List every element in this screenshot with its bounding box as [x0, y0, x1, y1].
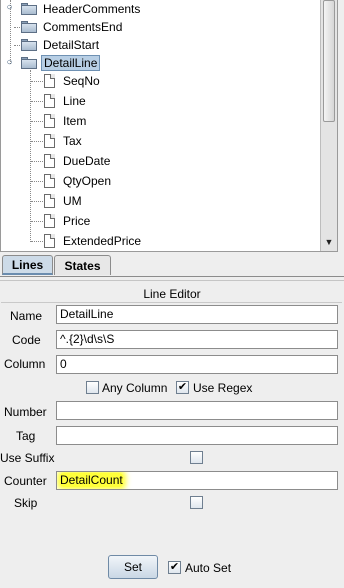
- name-field[interactable]: DetailLine: [56, 305, 338, 324]
- field-icon: [44, 114, 55, 128]
- tag-label: Tag: [16, 429, 36, 443]
- expand-toggle-icon[interactable]: ○: [5, 3, 14, 13]
- tree-leaf-label: SeqNo: [63, 74, 100, 88]
- splitter-handle[interactable]: [0, 280, 344, 284]
- tree-leaf-label: ExtendedPrice: [63, 234, 142, 248]
- tree-connector: [31, 121, 43, 122]
- tree-leaf-label: Item: [63, 114, 87, 128]
- field-icon: [44, 94, 55, 108]
- tree-node-label: DetailStart: [43, 38, 100, 52]
- field-icon: [44, 214, 55, 228]
- tree-leaf[interactable]: Item: [44, 112, 88, 130]
- auto-set-checkbox[interactable]: ✔: [168, 561, 181, 574]
- tree-leaf-label: UM: [63, 194, 82, 208]
- tree-leaf[interactable]: DueDate: [44, 152, 112, 170]
- tree-node-detail-start[interactable]: DetailStart: [21, 36, 101, 54]
- tree-connector: [31, 101, 43, 102]
- tree-connector: [31, 81, 43, 82]
- column-label: Column: [4, 357, 46, 371]
- column-field[interactable]: 0: [56, 355, 338, 374]
- tree-leaf-label: Price: [63, 214, 91, 228]
- tab-states[interactable]: States: [54, 255, 111, 275]
- divider: [1, 302, 342, 303]
- tree-leaf[interactable]: SeqNo: [44, 72, 102, 90]
- field-icon: [44, 74, 55, 88]
- tree-connector: [31, 141, 43, 142]
- tree-leaf-label: QtyOpen: [63, 174, 112, 188]
- tree-connector: [31, 161, 43, 162]
- tree-connector: [31, 241, 43, 242]
- number-field[interactable]: [56, 401, 338, 420]
- tab-bar: Lines States: [0, 255, 344, 275]
- check-icon: ✔: [177, 381, 188, 393]
- tree-leaf[interactable]: ExtendedPrice: [44, 232, 143, 250]
- tree-leaf[interactable]: QtyOpen: [44, 172, 113, 190]
- divider: [0, 276, 344, 277]
- folder-icon: [21, 57, 37, 69]
- structure-tree[interactable]: ○ HeaderComments CommentsEnd DetailStart…: [0, 0, 338, 252]
- tree-connector: [31, 221, 43, 222]
- collapse-toggle-icon[interactable]: ○: [5, 58, 14, 68]
- scrollbar-thumb[interactable]: [323, 0, 335, 122]
- tree-node-label: HeaderComments: [43, 2, 141, 16]
- any-column-checkbox[interactable]: [86, 381, 99, 394]
- field-icon: [44, 134, 55, 148]
- field-icon: [44, 174, 55, 188]
- code-field[interactable]: ^.{2}\d\s\S: [56, 330, 338, 349]
- tree-leaf[interactable]: Line: [44, 92, 88, 110]
- tree-connector: [30, 70, 31, 242]
- folder-icon: [21, 21, 37, 33]
- number-label: Number: [4, 405, 47, 419]
- tag-field[interactable]: [56, 426, 338, 445]
- counter-value: DetailCount: [60, 473, 123, 487]
- tree-leaf-label: Tax: [63, 134, 82, 148]
- set-button[interactable]: Set: [108, 555, 158, 579]
- tree-leaf-label: DueDate: [63, 154, 111, 168]
- tree-leaf[interactable]: Price: [44, 212, 92, 230]
- counter-field[interactable]: DetailCount: [56, 471, 338, 490]
- tree-node-detail-line[interactable]: DetailLine: [21, 54, 101, 72]
- tree-node-header-comments[interactable]: HeaderComments: [21, 0, 142, 18]
- editor-title: Line Editor: [143, 287, 201, 301]
- use-regex-checkbox[interactable]: ✔: [176, 381, 189, 394]
- counter-label: Counter: [4, 474, 47, 488]
- any-column-label: Any Column: [102, 381, 168, 395]
- tree-vertical-scrollbar[interactable]: ▼: [320, 0, 337, 251]
- skip-label: Skip: [14, 496, 38, 510]
- field-icon: [44, 234, 55, 248]
- tab-lines[interactable]: Lines: [2, 255, 53, 275]
- use-regex-label: Use Regex: [193, 381, 253, 395]
- code-label: Code: [12, 333, 41, 347]
- use-suffix-checkbox[interactable]: [190, 451, 203, 464]
- scroll-down-arrow-icon[interactable]: ▼: [322, 235, 336, 249]
- field-icon: [44, 154, 55, 168]
- folder-icon: [21, 39, 37, 51]
- tree-node-comments-end[interactable]: CommentsEnd: [21, 18, 124, 36]
- use-suffix-label: Use Suffix: [0, 451, 55, 465]
- field-icon: [44, 194, 55, 208]
- skip-checkbox[interactable]: [190, 496, 203, 509]
- auto-set-label: Auto Set: [185, 561, 232, 575]
- tree-leaf-label: Line: [63, 94, 86, 108]
- tree-node-label: DetailLine: [41, 55, 101, 71]
- folder-icon: [21, 3, 37, 15]
- name-label: Name: [10, 309, 43, 323]
- tree-node-label: CommentsEnd: [43, 20, 123, 34]
- tree-leaf[interactable]: Tax: [44, 132, 84, 150]
- tree-leaf[interactable]: UM: [44, 192, 84, 210]
- check-icon: ✔: [169, 561, 180, 573]
- tree-connector: [31, 181, 43, 182]
- tree-connector: [31, 201, 43, 202]
